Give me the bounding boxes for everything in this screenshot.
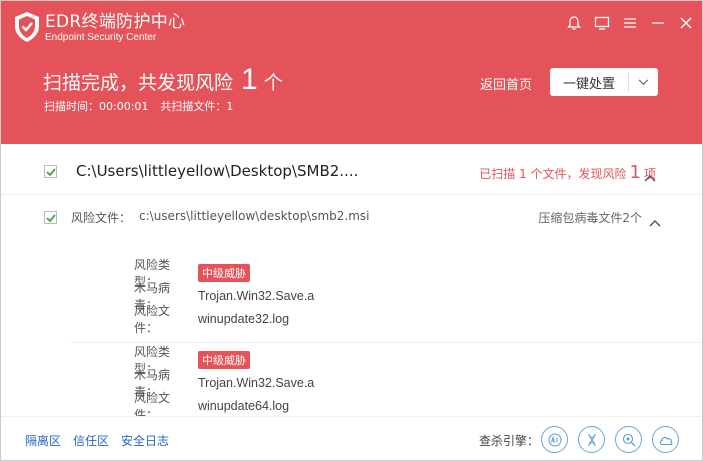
result-prefix: 扫描完成，共发现风险 [43, 72, 234, 94]
footer-links: 隔离区 信任区 安全日志 [25, 432, 169, 449]
threat-detail: 风险类型： 中级威胁 木马病毒： Trojan.Win32.Save.a 风险文… [134, 345, 315, 417]
shield-logo-icon [13, 11, 41, 43]
risk-file-row: 风险文件： c:\users\littleyellow\desktop\smb2… [71, 209, 370, 226]
heuristic-engine-icon[interactable] [615, 426, 642, 453]
risk-file-label: 风险文件： [71, 211, 132, 225]
quarantine-link[interactable]: 隔离区 [25, 432, 61, 449]
risk-level-badge: 中级威胁 [198, 263, 250, 282]
threat-file-row: 风险文件： winupdate32.log [134, 304, 314, 335]
return-home-link[interactable]: 返回首页 [480, 74, 532, 93]
footer: 隔离区 信任区 安全日志 查杀引擎： [1, 416, 702, 460]
risk-file-type: 压缩包病毒文件2个 [538, 211, 642, 225]
app-window: EDR终端防护中心 Endpoint Security Center 扫描完成，… [0, 0, 703, 461]
summary-count: 1 [629, 162, 641, 183]
scan-item-summary: 已扫描 1 个文件，发现风险 1 项 [479, 162, 656, 183]
chevron-up-icon[interactable] [649, 212, 661, 227]
threat-file-name: winupdate64.log [198, 398, 290, 413]
close-icon[interactable] [676, 13, 696, 33]
summary-prefix: 已扫描 1 个文件，发现风险 [479, 167, 627, 181]
header: EDR终端防护中心 Endpoint Security Center 扫描完成，… [1, 1, 702, 144]
scan-item-checkbox[interactable] [44, 165, 57, 178]
scan-time: 扫描时间：00:00:01 [44, 100, 149, 113]
security-log-link[interactable]: 安全日志 [121, 432, 169, 449]
one-click-handle-label: 一键处置 [562, 76, 615, 92]
cloud-engine-icon[interactable] [652, 426, 679, 453]
divider [1, 194, 702, 195]
scanned-files: 共扫描文件：1 [160, 100, 234, 113]
engine-icons [541, 426, 679, 453]
risk-count: 1 [241, 63, 258, 96]
risk-file-path: c:\users\littleyellow\desktop\smb2.msi [139, 209, 370, 223]
monitor-icon[interactable] [592, 13, 612, 33]
scan-meta: 扫描时间：00:00:01 共扫描文件：1 [44, 98, 233, 114]
trojan-name: Trojan.Win32.Save.a [198, 375, 315, 390]
dna-engine-icon[interactable] [578, 426, 605, 453]
bell-icon[interactable] [564, 13, 584, 33]
scan-results-panel: C:\Users\littleyellow\Desktop\SMB2.... 已… [1, 144, 702, 417]
threat-file-label: 风险文件： [134, 390, 171, 417]
app-title: EDR终端防护中心 [45, 12, 186, 32]
trojan-name: Trojan.Win32.Save.a [198, 288, 315, 303]
ai-engine-icon[interactable] [541, 426, 568, 453]
chevron-down-icon[interactable] [629, 78, 658, 86]
one-click-handle-button[interactable]: 一键处置 [550, 68, 658, 96]
threat-detail: 风险类型： 中级威胁 木马病毒： Trojan.Win32.Save.a 风险文… [134, 258, 315, 335]
scan-item-path: C:\Users\littleyellow\Desktop\SMB2.... [76, 162, 359, 180]
minimize-icon[interactable] [648, 13, 668, 33]
menu-icon[interactable] [620, 13, 640, 33]
result-suffix: 个 [263, 72, 283, 94]
engine-label: 查杀引擎： [479, 434, 540, 448]
scan-result-title: 扫描完成，共发现风险 1 个 [43, 63, 283, 97]
app-subtitle: Endpoint Security Center [45, 32, 157, 43]
threat-file-name: winupdate32.log [198, 311, 290, 326]
risk-file-checkbox[interactable] [44, 211, 57, 224]
threat-file-row: 风险文件： winupdate64.log [134, 391, 314, 417]
trust-zone-link[interactable]: 信任区 [73, 432, 109, 449]
risk-level-badge: 中级威胁 [198, 350, 250, 369]
window-controls [564, 13, 696, 33]
chevron-up-icon[interactable] [644, 167, 656, 182]
threat-file-label: 风险文件： [134, 303, 171, 335]
